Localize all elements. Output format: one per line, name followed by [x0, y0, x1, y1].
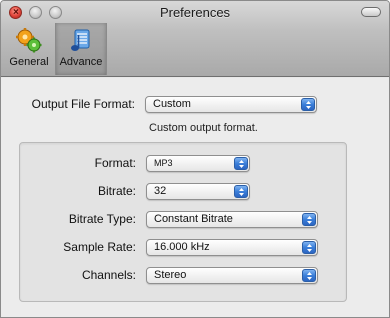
chevron-updown-icon — [301, 98, 315, 111]
chevron-updown-icon — [302, 213, 316, 226]
bitrate-label: Bitrate: — [97, 184, 136, 198]
output-format-label: Output File Format: — [31, 97, 135, 111]
bitrate-type-row: Bitrate Type: Constant Bitrate — [20, 209, 346, 229]
title-bar: × Preferences General Advance — [1, 1, 389, 77]
sample-rate-row: Sample Rate: 16.000 kHz — [20, 237, 346, 257]
sample-rate-value: 16.000 kHz — [154, 241, 210, 253]
format-value: MP3 — [154, 158, 173, 168]
chevron-updown-icon — [234, 157, 248, 170]
bitrate-value: 32 — [154, 185, 167, 197]
music-notes-icon — [71, 29, 90, 51]
output-format-hint: Custom output format. — [149, 122, 258, 134]
output-format-popup[interactable]: Custom — [145, 96, 317, 113]
preferences-content: Output File Format: Custom Custom output… — [1, 78, 389, 317]
output-format-row: Output File Format: Custom — [1, 94, 389, 114]
audio-settings-group: Format: MP3 Bitrate: 32 Bitrate Type: Co… — [19, 142, 347, 302]
format-label: Format: — [94, 156, 136, 170]
toolbar-item-advance-label: Advance — [59, 56, 103, 68]
channels-label: Channels: — [81, 268, 136, 282]
channels-popup[interactable]: Stereo — [146, 267, 318, 284]
chevron-updown-icon — [302, 241, 316, 254]
bitrate-row: Bitrate: 32 — [20, 181, 346, 201]
format-row: Format: MP3 — [20, 153, 346, 173]
sample-rate-label: Sample Rate: — [63, 240, 136, 254]
channels-row: Channels: Stereo — [20, 265, 346, 285]
toolbar-item-advance[interactable]: Advance — [55, 23, 107, 75]
format-popup[interactable]: MP3 — [146, 155, 250, 172]
gears-icon — [16, 28, 42, 53]
bitrate-type-label: Bitrate Type: — [68, 212, 136, 226]
chevron-updown-icon — [302, 269, 316, 282]
sample-rate-popup[interactable]: 16.000 kHz — [146, 239, 318, 256]
toolbar-item-general-label: General — [9, 56, 49, 68]
bitrate-type-value: Constant Bitrate — [154, 213, 233, 225]
window-title: Preferences — [159, 5, 231, 20]
bitrate-type-popup[interactable]: Constant Bitrate — [146, 211, 318, 228]
toolbar-item-general[interactable]: General — [5, 23, 53, 75]
toolbar-toggle-button[interactable] — [361, 7, 381, 17]
bitrate-popup[interactable]: 32 — [146, 183, 250, 200]
channels-value: Stereo — [154, 269, 187, 281]
preferences-window: × Preferences General Advance Output Fil… — [0, 0, 390, 318]
chevron-updown-icon — [234, 185, 248, 198]
output-format-value: Custom — [153, 98, 191, 110]
